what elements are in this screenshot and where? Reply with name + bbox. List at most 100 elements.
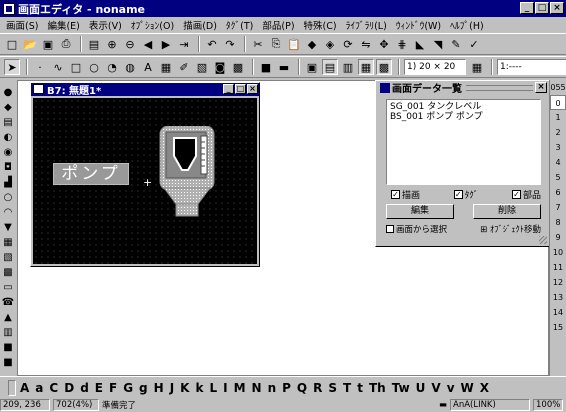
child-maximize-button[interactable]: □ [235, 84, 246, 94]
mesh-icon[interactable]: ▦ [158, 59, 174, 75]
layer-grid-icon[interactable]: ▩ [376, 59, 392, 75]
screen-number-item[interactable]: 8 [550, 215, 566, 230]
grid-icon[interactable]: ⋕ [394, 36, 410, 52]
chart-part-icon[interactable]: ◘ [1, 161, 15, 174]
screen-number-item[interactable]: 15 [550, 320, 566, 335]
screen-number-item[interactable]: 7 [550, 200, 566, 215]
minimize-button[interactable]: _ [520, 2, 534, 14]
menu-item[interactable]: 特殊(C) [304, 18, 337, 32]
select-from-screen-checkbox[interactable]: 画面から選択 [386, 223, 447, 235]
draw-checkbox[interactable]: ✓ 描画 [391, 188, 420, 201]
screen-number-item[interactable]: 5 [550, 170, 566, 185]
bitmap-icon[interactable]: ▩ [230, 59, 246, 75]
character-button[interactable]: Q [297, 381, 307, 395]
parts-checkbox[interactable]: ✓ 部品 [511, 188, 541, 201]
grid-toggle-icon[interactable]: ▦ [469, 59, 485, 75]
arch-icon[interactable]: ◠ [1, 206, 15, 219]
character-button[interactable]: d [80, 381, 89, 395]
character-button[interactable]: A [20, 381, 29, 395]
flip-icon[interactable]: ⇋ [358, 36, 374, 52]
layer-window-icon[interactable]: ▥ [340, 59, 356, 75]
edit-button[interactable]: 編集 [386, 204, 454, 219]
check-icon[interactable]: ✓ [466, 36, 482, 52]
building-icon[interactable]: ▲ [1, 311, 15, 324]
new-icon[interactable]: □ [4, 36, 20, 52]
image-icon[interactable]: ▧ [194, 59, 210, 75]
arc-icon[interactable]: ◔ [104, 59, 120, 75]
bar-graph-icon[interactable]: ▟ [1, 176, 15, 189]
object-move-toggle[interactable]: ⊞ ｵﾌﾞｼﾞｪｸﾄ移動 [480, 223, 541, 235]
maximize-button[interactable]: □ [535, 2, 549, 14]
ring-icon[interactable]: ○ [1, 191, 15, 204]
bring-front-icon[interactable]: ◣ [412, 36, 428, 52]
panel-close-button[interactable]: × [535, 82, 547, 93]
select-arrow-icon[interactable]: ➤ [4, 59, 20, 75]
next-screen-icon[interactable]: ▶ [158, 36, 174, 52]
camera-icon[interactable]: ◙ [212, 59, 228, 75]
screen-number-item[interactable]: 13 [550, 290, 566, 305]
character-button[interactable]: T [343, 381, 351, 395]
funnel-icon[interactable]: ▼ [1, 221, 15, 234]
data-icon[interactable]: ▧ [1, 251, 15, 264]
align-icon[interactable]: ✥ [376, 36, 392, 52]
screen-number-item[interactable]: 12 [550, 275, 566, 290]
character-button[interactable]: N [252, 381, 262, 395]
switch-part-icon[interactable]: ◆ [1, 101, 15, 114]
pump-text-part[interactable]: ポンプ [53, 163, 129, 185]
character-button[interactable]: F [109, 381, 117, 395]
character-button[interactable]: P [282, 381, 291, 395]
pencil-icon[interactable]: ✐ [176, 59, 192, 75]
menu-item[interactable]: 部品(P) [262, 18, 294, 32]
delete-button[interactable]: 削除 [473, 204, 541, 219]
character-button[interactable]: M [234, 381, 246, 395]
open-icon[interactable]: 📂 [22, 36, 38, 52]
character-button[interactable]: G [123, 381, 133, 395]
prev-screen-icon[interactable]: ◀ [140, 36, 156, 52]
character-button[interactable]: V [431, 381, 440, 395]
character-button[interactable]: Th [369, 381, 386, 395]
character-button[interactable]: D [64, 381, 74, 395]
screen-number-item[interactable]: 14 [550, 305, 566, 320]
close-button[interactable]: × [550, 2, 564, 14]
character-button[interactable]: U [416, 381, 426, 395]
layer-select[interactable]: 1:---- [497, 59, 566, 75]
shape-part-icon[interactable]: ◐ [1, 131, 15, 144]
screen-list-icon[interactable]: ▤ [86, 36, 102, 52]
character-button[interactable]: n [268, 381, 277, 395]
character-button[interactable]: a [35, 381, 43, 395]
palette-scroll-handle[interactable] [8, 379, 16, 396]
menu-item[interactable]: ﾀｸﾞ(T) [226, 18, 253, 32]
screen-number-item[interactable]: 055 [550, 80, 566, 95]
rotate-icon[interactable]: ⟳ [340, 36, 356, 52]
list-item[interactable]: SG_001 タンクレベル [390, 102, 537, 112]
menu-item[interactable]: 編集(E) [47, 18, 79, 32]
menu-item[interactable]: ﾍﾙﾌﾟ(H) [450, 18, 484, 32]
grid-size-select[interactable]: 1) 20 × 20 [404, 59, 466, 75]
character-button[interactable]: J [170, 381, 174, 395]
film-icon[interactable]: ■ [1, 341, 15, 354]
character-button[interactable]: Tw [392, 381, 410, 395]
character-button[interactable]: X [480, 381, 489, 395]
cut-icon[interactable]: ✂ [250, 36, 266, 52]
layer-base-icon[interactable]: ▤ [322, 59, 338, 75]
save-icon[interactable]: ▣ [40, 36, 56, 52]
character-button[interactable]: g [139, 381, 148, 395]
zoom-in-icon[interactable]: ⊕ [104, 36, 120, 52]
character-button[interactable]: H [154, 381, 164, 395]
character-button[interactable]: k [195, 381, 203, 395]
fill-icon[interactable]: ◍ [122, 59, 138, 75]
screen-number-item[interactable]: 9 [550, 230, 566, 245]
character-button[interactable]: C [49, 381, 58, 395]
child-close-button[interactable]: × [247, 84, 258, 94]
character-button[interactable]: I [223, 381, 227, 395]
screen-number-item[interactable]: 3 [550, 140, 566, 155]
character-button[interactable]: v [447, 381, 455, 395]
circle-icon[interactable]: ○ [86, 59, 102, 75]
list-item[interactable]: BS_001 ポンプ ポンプ [390, 112, 537, 122]
polyline-icon[interactable]: ∿ [50, 59, 66, 75]
print-icon[interactable]: ⎙ [58, 36, 74, 52]
lamp-part-icon[interactable]: ● [1, 86, 15, 99]
panel-titlebar[interactable]: 画面データ一覧 × [376, 81, 549, 95]
screen-number-item[interactable]: 4 [550, 155, 566, 170]
film2-icon[interactable]: ■ [1, 356, 15, 369]
